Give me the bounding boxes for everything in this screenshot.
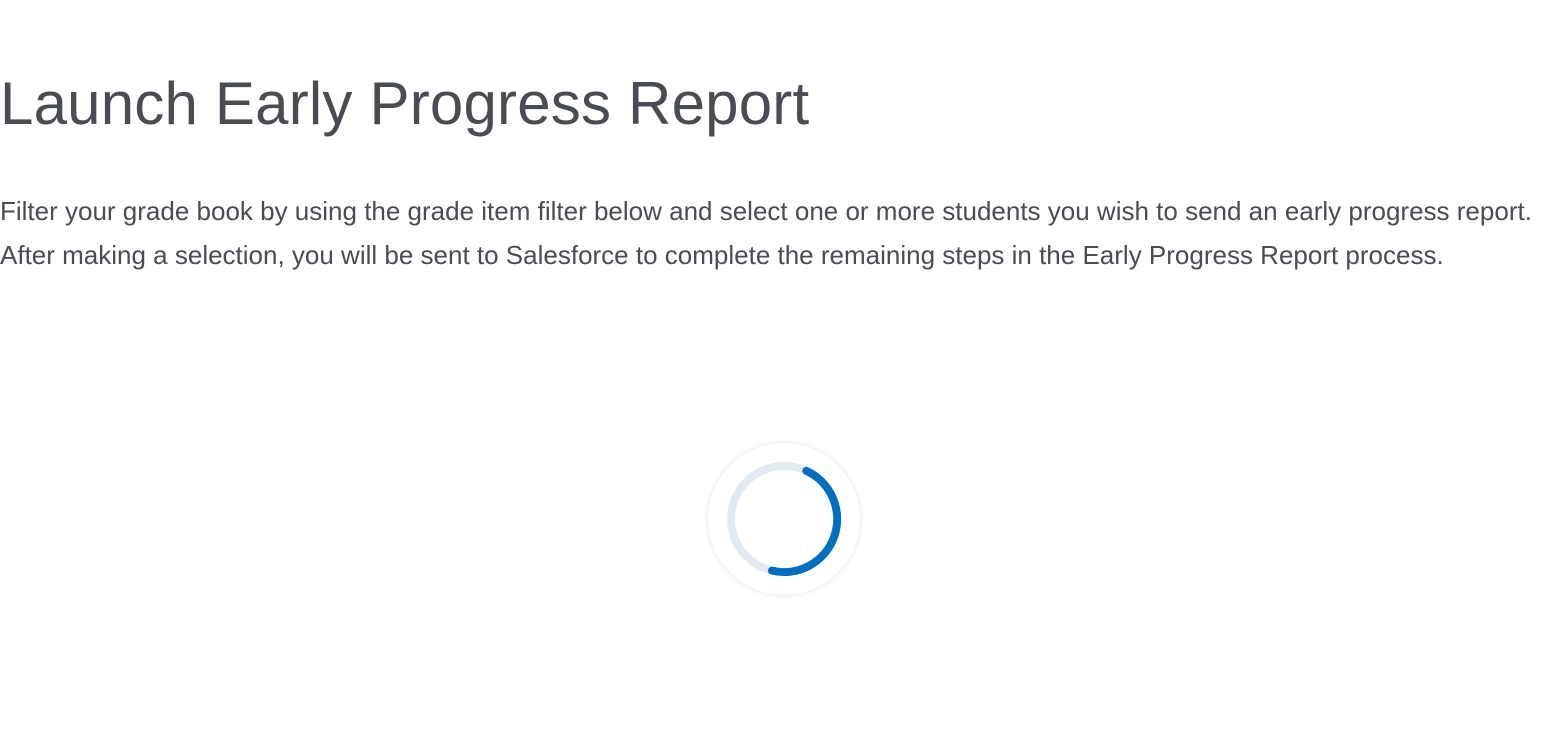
loading-indicator xyxy=(708,443,860,595)
loading-spinner-icon xyxy=(727,462,842,577)
page-description: Filter your grade book by using the grad… xyxy=(0,196,1532,270)
page-container: Launch Early Progress Report Filter your… xyxy=(0,0,1568,736)
spinner-arc xyxy=(768,466,842,577)
page-title: Launch Early Progress Report xyxy=(0,70,810,137)
